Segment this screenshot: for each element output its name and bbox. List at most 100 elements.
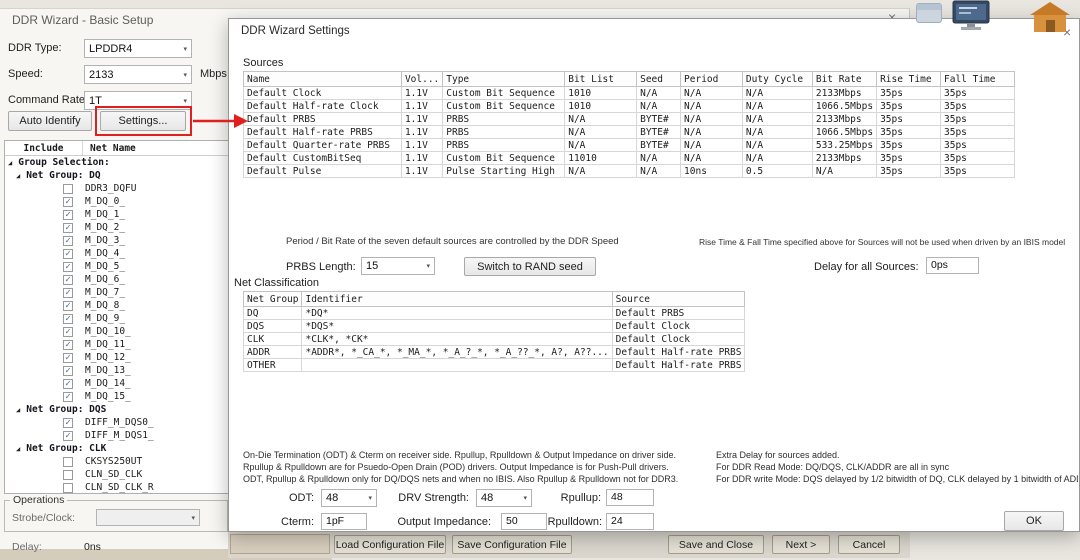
checkbox-checked[interactable]: ✓ [63, 340, 73, 350]
tree-item[interactable]: ✓M_DQ_3_ [5, 234, 228, 247]
checkbox-unchecked[interactable] [63, 470, 73, 480]
checkbox-unchecked[interactable] [63, 457, 73, 467]
checkbox-checked[interactable]: ✓ [63, 210, 73, 220]
tree-item[interactable]: ✓M_DQ_6_ [5, 273, 228, 286]
checkbox-checked[interactable]: ✓ [63, 236, 73, 246]
rpullup-input[interactable]: 48 [606, 489, 654, 506]
checkbox-checked[interactable]: ✓ [63, 314, 73, 324]
tree-item[interactable]: ✓M_DQ_9_ [5, 312, 228, 325]
netclass-row[interactable]: OTHERDefault Half-rate PRBS [244, 359, 745, 372]
ok-button[interactable]: OK [1004, 511, 1064, 531]
bottom-button-2[interactable]: Save and Close [668, 535, 764, 554]
tree-item[interactable]: CLN_SD_CLK [5, 468, 228, 481]
desktop-icon-home[interactable] [1026, 0, 1074, 38]
sources-row[interactable]: Default CustomBitSeq1.1VCustom Bit Seque… [244, 152, 1015, 165]
sources-row[interactable]: Default Half-rate PRBS1.1VPRBSN/ABYTE#N/… [244, 126, 1015, 139]
bottom-button-3[interactable]: Next > [772, 535, 830, 554]
checkbox-checked[interactable]: ✓ [63, 275, 73, 285]
expand-arrow-icon[interactable]: ◢ [16, 406, 20, 414]
sources-row[interactable]: Default Quarter-rate PRBS1.1VPRBSN/ABYTE… [244, 139, 1015, 152]
tree-item[interactable]: ✓M_DQ_15_ [5, 390, 228, 403]
checkbox-unchecked[interactable] [63, 483, 73, 493]
netclass-row[interactable]: ADDR*ADDR*, *_CA_*, *_MA_*, *_A_?_*, *_A… [244, 346, 745, 359]
auto-identify-button[interactable]: Auto Identify [8, 111, 92, 131]
tree-item[interactable]: ✓M_DQ_0_ [5, 195, 228, 208]
include-column-header[interactable]: Include [5, 141, 83, 155]
sources-cell: N/A [742, 139, 812, 152]
chevron-down-icon: ▾ [368, 494, 372, 502]
tree-item[interactable]: CKSYS250UT [5, 455, 228, 468]
checkbox-checked[interactable]: ✓ [63, 431, 73, 441]
partially-visible-button[interactable] [230, 534, 330, 554]
netclass-row[interactable]: DQ*DQ*Default PRBS [244, 307, 745, 320]
checkbox-checked[interactable]: ✓ [63, 353, 73, 363]
checkbox-checked[interactable]: ✓ [63, 262, 73, 272]
checkbox-checked[interactable]: ✓ [63, 418, 73, 428]
checkbox-checked[interactable]: ✓ [63, 379, 73, 389]
tree-group-row[interactable]: ◢Net Group: CLK [5, 442, 228, 455]
sources-cell: Custom Bit Sequence [443, 100, 565, 113]
drv-strength-select[interactable]: 48 ▾ [476, 489, 532, 507]
bottom-button-1[interactable]: Save Configuration File [452, 535, 572, 554]
desktop-icon-window[interactable] [916, 3, 942, 23]
tree-item[interactable]: ✓M_DQ_2_ [5, 221, 228, 234]
sources-row[interactable]: Default Half-rate Clock1.1VCustom Bit Se… [244, 100, 1015, 113]
odt-select[interactable]: 48 ▾ [321, 489, 377, 507]
settings-button[interactable]: Settings... [100, 111, 186, 131]
switch-rand-seed-button[interactable]: Switch to RAND seed [464, 257, 596, 276]
output-impedance-input[interactable]: 50 [501, 513, 547, 530]
tree-item[interactable]: ✓M_DQ_11_ [5, 338, 228, 351]
checkbox-checked[interactable]: ✓ [63, 288, 73, 298]
tree-group-row[interactable]: ◢Net Group: DQS [5, 403, 228, 416]
checkbox-checked[interactable]: ✓ [63, 392, 73, 402]
tree-group-row[interactable]: ◢Net Group: DQ [5, 169, 228, 182]
sources-table-grid: NameVol...TypeBit ListSeedPeriodDuty Cyc… [243, 71, 1015, 178]
netclass-row[interactable]: DQS*DQS*Default Clock [244, 320, 745, 333]
netclass-row[interactable]: CLK*CLK*, *CK*Default Clock [244, 333, 745, 346]
desktop-icon-computer[interactable] [950, 0, 992, 36]
tree-item[interactable]: ✓M_DQ_4_ [5, 247, 228, 260]
checkbox-checked[interactable]: ✓ [63, 301, 73, 311]
cterm-input[interactable]: 1pF [321, 513, 367, 530]
tree-item[interactable]: ✓M_DQ_8_ [5, 299, 228, 312]
tree-item[interactable]: ✓DIFF_M_DQS1_ [5, 429, 228, 442]
tree-item[interactable]: ✓M_DQ_1_ [5, 208, 228, 221]
expand-arrow-icon[interactable]: ◢ [16, 172, 20, 180]
sources-cell: 1.1V [401, 152, 442, 165]
delay-all-sources-input[interactable]: 0ps [926, 257, 979, 274]
tree-item[interactable]: CLN_SD_CLK_R [5, 481, 228, 494]
checkbox-checked[interactable]: ✓ [63, 249, 73, 259]
sources-row[interactable]: Default Clock1.1VCustom Bit Sequence1010… [244, 87, 1015, 100]
command-rate-select[interactable]: 1T ▾ [84, 91, 192, 110]
expand-arrow-icon[interactable]: ◢ [16, 445, 20, 453]
tree-item[interactable]: ✓M_DQ_12_ [5, 351, 228, 364]
sources-row[interactable]: Default Pulse1.1VPulse Starting HighN/AN… [244, 165, 1015, 178]
ddr-type-select[interactable]: LPDDR4 ▾ [84, 39, 192, 58]
tree-item[interactable]: ✓M_DQ_10_ [5, 325, 228, 338]
checkbox-unchecked[interactable] [63, 184, 73, 194]
checkbox-checked[interactable]: ✓ [63, 366, 73, 376]
sources-cell: 533.25Mbps [812, 139, 876, 152]
bottom-button-4[interactable]: Cancel [838, 535, 900, 554]
sources-row[interactable]: Default PRBS1.1VPRBSN/ABYTE#N/AN/A2133Mb… [244, 113, 1015, 126]
expand-arrow-icon[interactable]: ◢ [8, 159, 12, 167]
prbs-length-select[interactable]: 15 ▾ [361, 257, 435, 275]
tree-item[interactable]: ✓M_DQ_7_ [5, 286, 228, 299]
tree-item[interactable]: ✓M_DQ_13_ [5, 364, 228, 377]
bottom-button-0[interactable]: Load Configuration File [334, 535, 446, 554]
rpulldown-input[interactable]: 24 [606, 513, 654, 530]
sources-header-cell: Name [244, 72, 402, 87]
tree-item[interactable]: ✓DIFF_M_DQS0_ [5, 416, 228, 429]
speed-select[interactable]: 2133 ▾ [84, 65, 192, 84]
tree-group-row[interactable]: ◢Group Selection: [5, 156, 228, 169]
checkbox-checked[interactable]: ✓ [63, 223, 73, 233]
net-name: DDR3_DQFU [85, 183, 136, 194]
tree-item[interactable]: ✓M_DQ_14_ [5, 377, 228, 390]
tree-item[interactable]: ✓M_DQ_5_ [5, 260, 228, 273]
netclass-cell: Default Half-rate PRBS [612, 359, 745, 372]
strobe-clock-select[interactable]: ▾ [96, 509, 200, 526]
tree-item[interactable]: DDR3_DQFU [5, 182, 228, 195]
checkbox-checked[interactable]: ✓ [63, 327, 73, 337]
checkbox-checked[interactable]: ✓ [63, 197, 73, 207]
net-name-column-header[interactable]: Net Name [83, 141, 136, 155]
